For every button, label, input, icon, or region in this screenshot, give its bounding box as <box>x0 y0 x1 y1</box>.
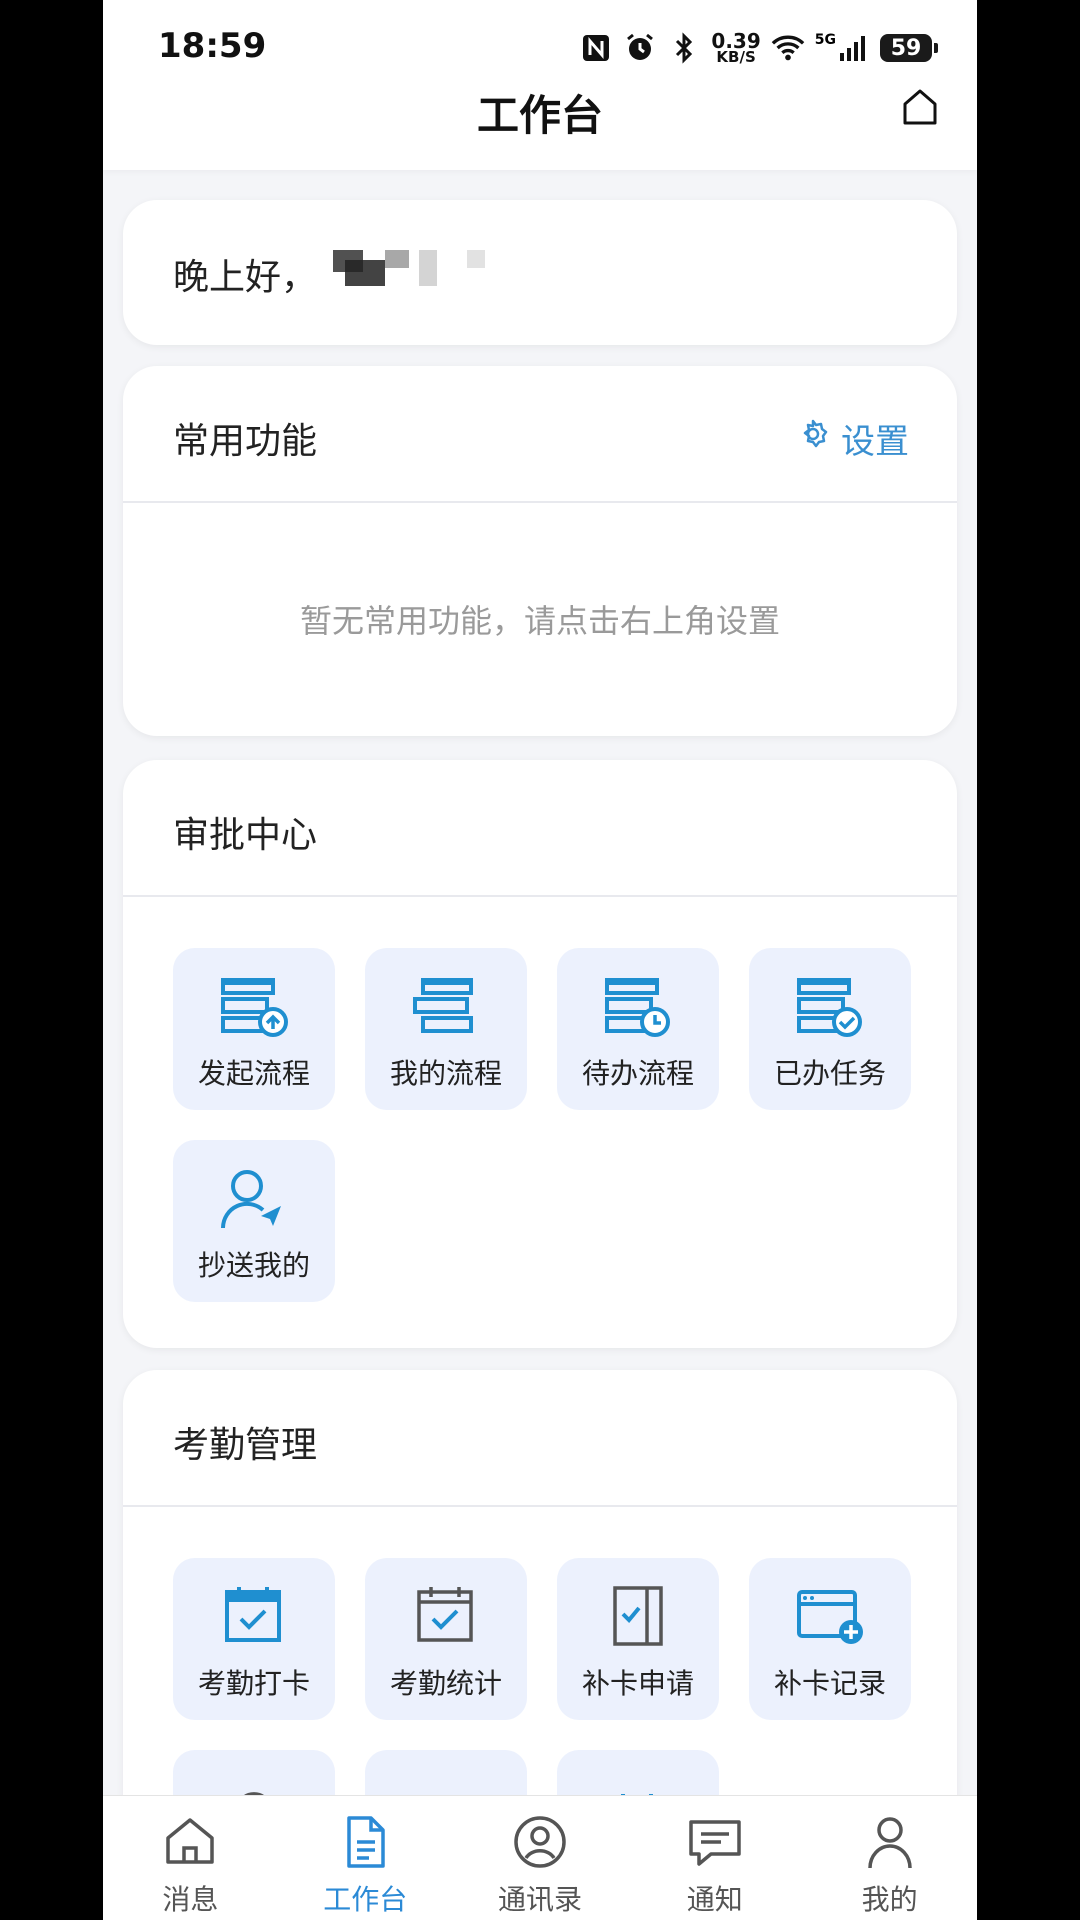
bottom-nav: 消息 工作台 通讯录 通知 我的 <box>103 1795 977 1920</box>
battery-indicator: 59 <box>880 34 938 62</box>
settings-button[interactable]: 设置 <box>797 414 909 463</box>
nav-label: 消息 <box>162 1883 219 1916</box>
nav-notifications[interactable]: 通知 <box>627 1796 802 1920</box>
attendance-stats-icon <box>409 1584 483 1650</box>
chat-bubble-icon <box>687 1814 743 1870</box>
status-time: 18:59 <box>158 26 267 66</box>
home-outline-icon[interactable] <box>901 88 939 126</box>
tile-attendance-stats[interactable]: 考勤统计 <box>365 1558 527 1720</box>
tile-label: 已办任务 <box>773 1057 886 1090</box>
page-title: 工作台 <box>476 91 603 140</box>
tile-label: 抄送我的 <box>197 1249 310 1282</box>
phone-screen: 18:59 0.39 KB/S 5G 59 工作台 晚上好， 常用功能 设置 暂… <box>103 0 977 1920</box>
status-icons: 0.39 KB/S 5G 59 <box>579 28 938 68</box>
gear-icon <box>797 418 829 459</box>
home-icon <box>162 1814 218 1870</box>
nfc-icon <box>579 31 613 65</box>
tile-pending-flow[interactable]: 待办流程 <box>557 948 719 1110</box>
alarm-icon <box>623 31 657 65</box>
contacts-icon <box>512 1814 568 1870</box>
tile-label: 考勤打卡 <box>197 1667 310 1700</box>
approval-center-header: 审批中心 <box>123 760 957 897</box>
person-icon <box>862 1814 918 1870</box>
flow-pending-icon <box>601 974 675 1040</box>
tile-done-tasks[interactable]: 已办任务 <box>749 948 911 1110</box>
top-bar: 18:59 0.39 KB/S 5G 59 工作台 <box>103 0 977 170</box>
settings-label: 设置 <box>841 422 909 462</box>
clock-in-icon <box>217 1584 291 1650</box>
attendance-title: 考勤管理 <box>173 1425 318 1466</box>
tile-label: 补卡申请 <box>581 1667 694 1700</box>
nav-label: 工作台 <box>323 1883 408 1916</box>
tile-clock-in[interactable]: 考勤打卡 <box>173 1558 335 1720</box>
nav-label: 通讯录 <box>497 1883 582 1916</box>
common-functions-title: 常用功能 <box>173 421 318 462</box>
bluetooth-icon <box>667 31 701 65</box>
tile-label: 发起流程 <box>197 1057 310 1090</box>
flow-start-icon <box>217 974 291 1040</box>
speed-unit: KB/S <box>716 48 756 66</box>
flow-done-icon <box>793 974 867 1040</box>
tile-start-flow[interactable]: 发起流程 <box>173 948 335 1110</box>
approval-center-card: 审批中心 发起流程 我的流程 待办流程 已办任务 抄送我的 <box>123 760 957 1348</box>
tile-label: 我的流程 <box>389 1057 502 1090</box>
tile-label: 待办流程 <box>581 1057 694 1090</box>
approval-center-title: 审批中心 <box>173 815 318 856</box>
common-functions-header: 常用功能 设置 <box>123 366 957 503</box>
tile-label: 补卡记录 <box>773 1667 886 1700</box>
nav-contacts[interactable]: 通讯录 <box>453 1796 628 1920</box>
cc-me-icon <box>217 1166 291 1232</box>
nav-label: 通知 <box>686 1883 743 1916</box>
tile-makeup-apply[interactable]: 补卡申请 <box>557 1558 719 1720</box>
tile-label: 考勤统计 <box>389 1667 502 1700</box>
makeup-record-icon <box>793 1584 867 1650</box>
greeting-text: 晚上好， <box>173 257 318 298</box>
network-speed: 0.39 KB/S <box>711 31 760 66</box>
empty-message: 暂无常用功能，请点击右上角设置 <box>299 602 780 640</box>
signal-icon <box>836 31 870 65</box>
tile-cc-me[interactable]: 抄送我的 <box>173 1140 335 1302</box>
tile-makeup-record[interactable]: 补卡记录 <box>749 1558 911 1720</box>
tile-my-flow[interactable]: 我的流程 <box>365 948 527 1110</box>
nav-label: 我的 <box>861 1883 918 1916</box>
network-type: 5G <box>814 32 836 48</box>
nav-workbench[interactable]: 工作台 <box>278 1796 453 1920</box>
common-functions-card: 常用功能 设置 暂无常用功能，请点击右上角设置 <box>123 366 957 736</box>
makeup-apply-icon <box>601 1584 675 1650</box>
nav-messages[interactable]: 消息 <box>103 1796 278 1920</box>
greeting-card: 晚上好， <box>123 200 957 345</box>
wifi-icon <box>771 31 805 65</box>
nav-me[interactable]: 我的 <box>802 1796 977 1920</box>
document-icon <box>337 1814 393 1870</box>
flow-mine-icon <box>409 974 483 1040</box>
attendance-header: 考勤管理 <box>123 1370 957 1507</box>
